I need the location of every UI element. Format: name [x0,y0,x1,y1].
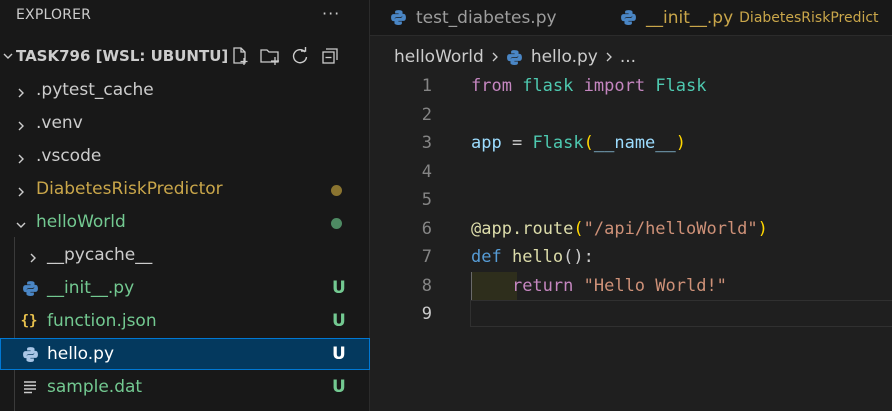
breadcrumb-file[interactable]: hello.py [531,47,598,67]
breadcrumb: helloWorld hello.py ... [370,44,636,70]
tree-item-pytest-cache[interactable]: .pytest_cache [0,74,370,106]
code-line: 2 [370,101,892,130]
python-file-icon [21,279,39,297]
tab-test-diabetes-py[interactable]: test_diabetes.py [390,0,557,35]
tab-label: test_diabetes.py [416,7,557,28]
line-number: 4 [421,161,432,182]
tree-item-label: helloWorld [36,212,126,232]
untracked-status-badge: U [332,311,346,331]
code-line: 5 [370,186,892,215]
chevron-right-icon [604,51,614,63]
line-number: 3 [421,133,432,153]
untracked-dot-icon [331,218,342,229]
refresh-icon[interactable] [288,44,312,68]
tab-init-py[interactable]: __init__.py DiabetesRiskPredict [620,0,879,35]
python-file-icon [620,9,638,27]
line-number: 9 [421,304,432,324]
explorer-title: EXPLORER [16,7,92,23]
untracked-status-badge: U [332,344,346,364]
tree-item-label: __init__.py [47,278,135,298]
tree-item-label: __pycache__ [47,245,153,265]
modified-dot-icon [331,185,342,196]
line-number: 6 [421,218,432,239]
breadcrumb-folder[interactable]: helloWorld [394,47,484,67]
code-text: @app.route("/api/helloWorld") [471,218,768,239]
tree-item-label: .pytest_cache [36,80,154,100]
line-number: 8 [421,275,432,296]
text-file-icon [21,378,39,396]
editor-area: test_diabetes.py __init__.py DiabetesRis… [370,0,892,411]
chevron-right-icon [15,183,27,197]
tree-item-venv[interactable]: .venv [0,107,370,139]
code-text: def hello(): [471,247,594,267]
code-text: from flask import Flask [471,76,707,96]
tree-item-init-py[interactable]: __init__.py U [0,272,370,304]
tree-item-label: function.json [47,311,157,331]
tree-item-sample-dat[interactable]: sample.dat U [0,371,370,403]
tree-item-label: .venv [36,113,83,133]
chevron-right-icon [27,249,39,263]
chevron-right-icon [15,150,27,164]
untracked-status-badge: U [332,377,346,397]
chevron-down-icon [2,47,14,59]
new-file-icon[interactable] [228,44,252,68]
chevron-right-icon [490,51,500,63]
code-text: app = Flask(__name__) [471,133,687,153]
explorer-sidebar: EXPLORER ··· TASK796 [WSL: UBUNTU] .pyte… [0,0,370,411]
tab-bar: test_diabetes.py __init__.py DiabetesRis… [370,0,892,36]
untracked-status-badge: U [332,278,346,298]
current-line-highlight [470,300,892,327]
tree-item-vscode[interactable]: .vscode [0,140,370,172]
more-actions-icon[interactable]: ··· [322,4,340,23]
code-line: 1 from flask import Flask [370,72,892,101]
code-line: 3 app = Flask(__name__) [370,129,892,158]
breadcrumb-more[interactable]: ... [620,47,636,67]
tree-item-label: sample.dat [47,377,143,397]
chevron-down-icon [15,216,27,228]
code-line: 7 def hello(): [370,243,892,272]
chevron-right-icon [15,84,27,98]
line-number: 2 [421,104,432,125]
tree-item-label: .vscode [36,146,102,166]
tree-item-label: hello.py [47,344,115,364]
code-line-current: 9 [370,300,892,329]
code-line: 4 [370,158,892,187]
line-number: 1 [421,76,432,96]
workspace-root[interactable]: TASK796 [WSL: UBUNTU] [0,41,370,71]
code-line: 8 return "Hello World!" [370,271,892,301]
tab-label: __init__.py [646,7,734,28]
line-number: 5 [421,190,432,210]
tree-item-diabetesriskpredictor[interactable]: DiabetesRiskPredictor [0,173,370,205]
tree-item-pycache[interactable]: __pycache__ [0,239,370,271]
python-file-icon [390,9,408,27]
collapse-all-icon[interactable] [318,44,342,68]
chevron-right-icon [15,117,27,131]
tree-item-label: DiabetesRiskPredictor [36,179,223,199]
tree-item-function-json[interactable]: {} function.json U [0,305,370,337]
new-folder-icon[interactable] [258,44,282,68]
line-number: 7 [421,247,432,267]
python-file-icon [506,49,523,66]
code-text: return "Hello World!" [511,275,727,296]
python-file-icon [21,345,39,363]
code-line: 6 @app.route("/api/helloWorld") [370,215,892,244]
json-file-icon: {} [20,313,38,329]
tree-item-hello-py[interactable]: hello.py U [0,338,370,370]
tree-item-helloworld[interactable]: helloWorld [0,206,370,238]
code-editor[interactable]: 1 from flask import Flask 2 3 app = Flas… [370,72,892,329]
tab-description: DiabetesRiskPredict [739,9,879,26]
workspace-root-label: TASK796 [WSL: UBUNTU] [16,47,229,65]
